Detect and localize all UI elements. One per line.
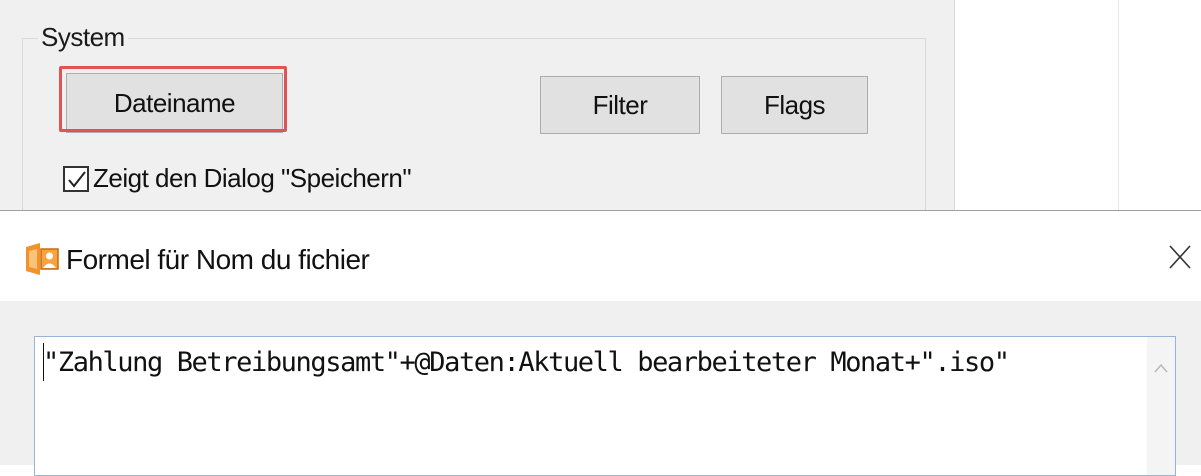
vertical-scrollbar[interactable] <box>1147 337 1175 475</box>
close-button[interactable] <box>1160 237 1200 277</box>
dateiname-highlight <box>59 66 287 132</box>
flags-button[interactable]: Flags <box>721 76 868 134</box>
app-icon <box>24 241 60 277</box>
system-group-title: System <box>38 22 128 53</box>
checkmark-icon <box>68 170 86 188</box>
scroll-up-button[interactable] <box>1147 357 1175 379</box>
formula-dialog-title: Formel für Nom du fichier <box>66 244 370 275</box>
show-save-dialog-label: Zeigt den Dialog "Speichern" <box>93 163 412 193</box>
formula-dialog-titlebar: Formel für Nom du fichier <box>0 211 1201 301</box>
chevron-up-icon <box>1154 363 1168 373</box>
background-dialog: System Dateiname Filter Flags Zeigt den … <box>0 0 955 240</box>
formula-input[interactable]: "Zahlung Betreibungsamt"+@Daten:Aktuell … <box>34 336 1176 476</box>
show-save-dialog-row[interactable]: Zeigt den Dialog "Speichern" <box>63 163 412 194</box>
close-icon <box>1169 245 1191 269</box>
filter-button[interactable]: Filter <box>540 76 700 134</box>
divider <box>1118 0 1119 212</box>
show-save-dialog-checkbox[interactable] <box>63 165 89 192</box>
formula-dialog: Formel für Nom du fichier "Zahlung Betre… <box>0 210 1201 476</box>
formula-text: "Zahlung Betreibungsamt"+@Daten:Aktuell … <box>43 347 1010 378</box>
